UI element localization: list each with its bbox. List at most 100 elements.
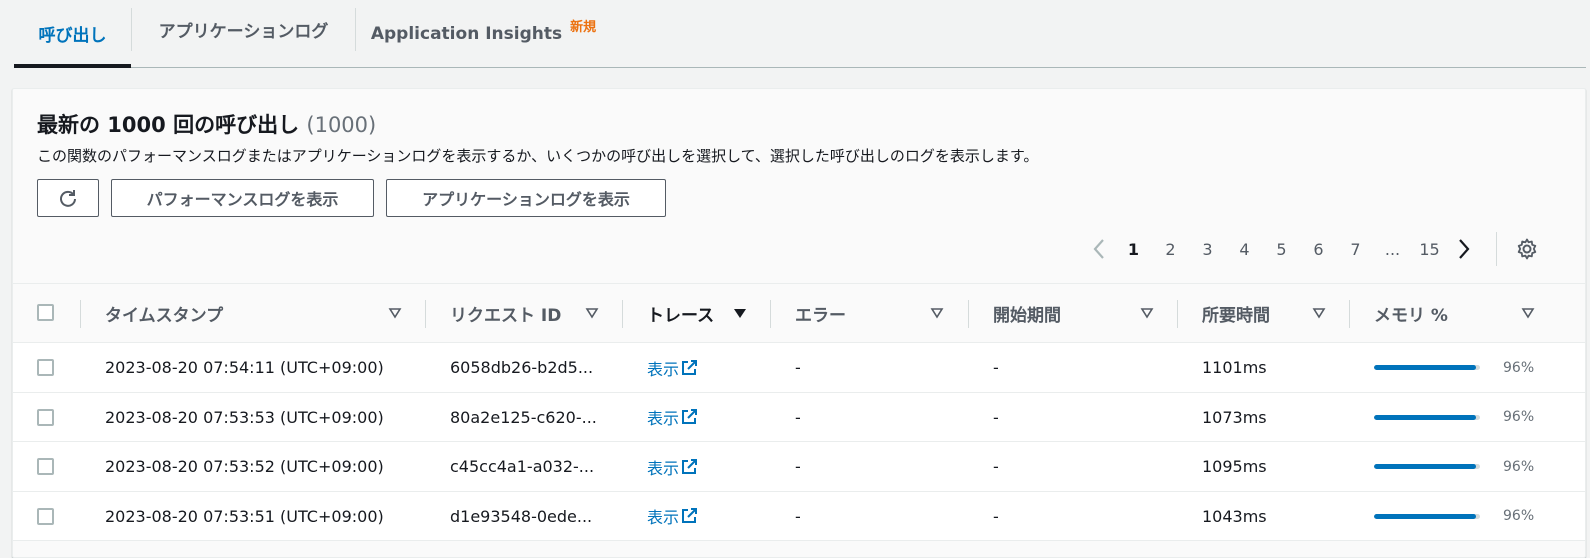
table-header: タイムスタンプ リクエスト ID トレース エラー 開始期間 所要時間 メモリ … xyxy=(13,283,1585,343)
view-trace-link[interactable]: 表示 xyxy=(647,455,698,479)
column-label: リクエスト ID xyxy=(450,305,562,326)
view-trace-label: 表示 xyxy=(647,409,680,428)
sort-descending-icon[interactable] xyxy=(733,306,747,320)
row-checkbox[interactable] xyxy=(37,408,54,426)
init-duration-cell: - xyxy=(993,358,999,377)
column-label: エラー xyxy=(795,305,846,326)
button-label: アプリケーションログを表示 xyxy=(422,190,630,209)
new-badge: 新規 xyxy=(570,20,597,35)
trace-cell: 表示 xyxy=(647,442,698,491)
trace-cell: 表示 xyxy=(647,343,698,392)
column-label: 開始期間 xyxy=(993,305,1061,326)
page-15[interactable]: 15 xyxy=(1411,240,1448,259)
memory-progress-fill xyxy=(1374,414,1476,420)
row-checkbox[interactable] xyxy=(37,359,54,376)
column-header-memory[interactable]: メモリ % xyxy=(1374,284,1448,342)
external-link-icon xyxy=(682,409,698,424)
sort-icon[interactable] xyxy=(585,306,599,320)
invocations-table: タイムスタンプ リクエスト ID トレース エラー 開始期間 所要時間 メモリ … xyxy=(13,283,1585,541)
view-performance-logs-button[interactable]: パフォーマンスログを表示 xyxy=(111,179,374,217)
view-trace-link[interactable]: 表示 xyxy=(647,356,698,380)
trace-cell: 表示 xyxy=(647,492,698,541)
chevron-right-icon xyxy=(1459,239,1470,259)
memory-progress-fill xyxy=(1374,513,1476,519)
column-divider xyxy=(1177,300,1178,328)
page-5[interactable]: 5 xyxy=(1263,240,1300,259)
table-row[interactable]: 2023-08-20 07:54:11 (UTC+09:00) 6058db26… xyxy=(13,343,1585,393)
tab-application-logs[interactable]: アプリケーションログ xyxy=(132,0,355,67)
refresh-icon xyxy=(60,190,76,207)
view-application-logs-button[interactable]: アプリケーションログを表示 xyxy=(386,179,666,217)
panel-count: (1000) xyxy=(306,113,377,137)
tab-label: 呼び出し xyxy=(38,26,107,46)
memory-progress-bar xyxy=(1374,414,1480,420)
chevron-left-icon xyxy=(1093,239,1104,259)
table-row[interactable]: 2023-08-20 07:53:53 (UTC+09:00) 80a2e125… xyxy=(13,392,1585,442)
tab-label: アプリケーションログ xyxy=(158,22,329,42)
column-header-timestamp[interactable]: タイムスタンプ xyxy=(105,284,223,342)
panel-title-text: 最新の 1000 回の呼び出し xyxy=(37,113,300,137)
page-ellipsis: ... xyxy=(1384,239,1401,259)
page-7[interactable]: 7 xyxy=(1337,240,1374,259)
duration-cell: 1095ms xyxy=(1202,457,1267,476)
external-link-icon xyxy=(682,458,698,474)
duration-cell: 1043ms xyxy=(1202,506,1267,526)
tab-application-insights[interactable]: Application Insights 新規 xyxy=(356,0,611,67)
error-cell: - xyxy=(795,358,801,377)
timestamp-cell: 2023-08-20 07:53:53 (UTC+09:00) xyxy=(105,407,384,427)
sort-icon[interactable] xyxy=(1140,306,1154,320)
page-3[interactable]: 3 xyxy=(1189,240,1226,259)
button-label: パフォーマンスログを表示 xyxy=(146,190,339,209)
table-settings-button[interactable] xyxy=(1511,238,1543,260)
view-trace-link[interactable]: 表示 xyxy=(647,504,698,528)
row-checkbox[interactable] xyxy=(37,507,54,525)
gear-icon xyxy=(1517,238,1537,260)
panel-title: 最新の 1000 回の呼び出し (1000) xyxy=(37,109,376,139)
view-trace-link[interactable]: 表示 xyxy=(647,405,698,429)
column-header-error[interactable]: エラー xyxy=(795,284,846,342)
refresh-button[interactable] xyxy=(37,179,99,217)
request-id-cell: 6058db26-b2d5... xyxy=(450,358,594,377)
column-divider xyxy=(968,300,969,328)
view-trace-label: 表示 xyxy=(647,359,680,379)
column-divider xyxy=(622,300,623,328)
panel-description: この関数のパフォーマンスログまたはアプリケーションログを表示するか、いくつかの呼… xyxy=(37,147,1039,165)
memory-progress-fill xyxy=(1374,464,1476,469)
column-label: トレース xyxy=(647,305,715,326)
duration-cell: 1073ms xyxy=(1202,407,1267,427)
trace-cell: 表示 xyxy=(647,393,698,442)
page-6[interactable]: 6 xyxy=(1300,240,1337,259)
init-duration-cell: - xyxy=(993,506,999,526)
table-row[interactable]: 2023-08-20 07:53:51 (UTC+09:00) d1e93548… xyxy=(13,491,1585,541)
column-header-trace[interactable]: トレース xyxy=(647,284,714,342)
pagination-divider xyxy=(1496,232,1497,266)
column-header-request-id[interactable]: リクエスト ID xyxy=(450,284,561,342)
view-trace-label: 表示 xyxy=(647,458,680,478)
sort-icon[interactable] xyxy=(1312,306,1326,320)
init-duration-cell: - xyxy=(993,407,999,427)
error-cell: - xyxy=(795,407,801,427)
table-row[interactable]: 2023-08-20 07:53:52 (UTC+09:00) c45cc4a1… xyxy=(13,442,1585,492)
duration-cell: 1101ms xyxy=(1202,358,1267,377)
sort-icon[interactable] xyxy=(1521,306,1535,320)
column-header-init-duration[interactable]: 開始期間 xyxy=(993,284,1061,342)
row-checkbox[interactable] xyxy=(37,458,54,475)
memory-progress-bar xyxy=(1374,464,1480,469)
column-header-duration[interactable]: 所要時間 xyxy=(1202,284,1270,342)
page-4[interactable]: 4 xyxy=(1226,240,1263,259)
memory-percent: 96% xyxy=(1503,409,1535,425)
tab-invocations[interactable]: 呼び出し xyxy=(14,0,131,68)
previous-page-button[interactable] xyxy=(1083,238,1115,260)
page-1[interactable]: 1 xyxy=(1115,240,1152,259)
column-divider xyxy=(1349,300,1350,328)
sort-icon[interactable] xyxy=(930,306,944,320)
column-divider xyxy=(770,300,771,328)
next-page-button[interactable] xyxy=(1448,238,1480,260)
external-link-icon xyxy=(682,508,698,523)
table-body: 2023-08-20 07:54:11 (UTC+09:00) 6058db26… xyxy=(13,343,1585,541)
pagination: 1 2 3 4 5 6 7 ... 15 xyxy=(1083,229,1543,269)
tab-bar: 呼び出し アプリケーションログ Application Insights 新規 xyxy=(14,0,1586,68)
select-all-checkbox[interactable] xyxy=(37,304,54,321)
page-2[interactable]: 2 xyxy=(1152,240,1189,259)
sort-icon[interactable] xyxy=(388,306,402,320)
